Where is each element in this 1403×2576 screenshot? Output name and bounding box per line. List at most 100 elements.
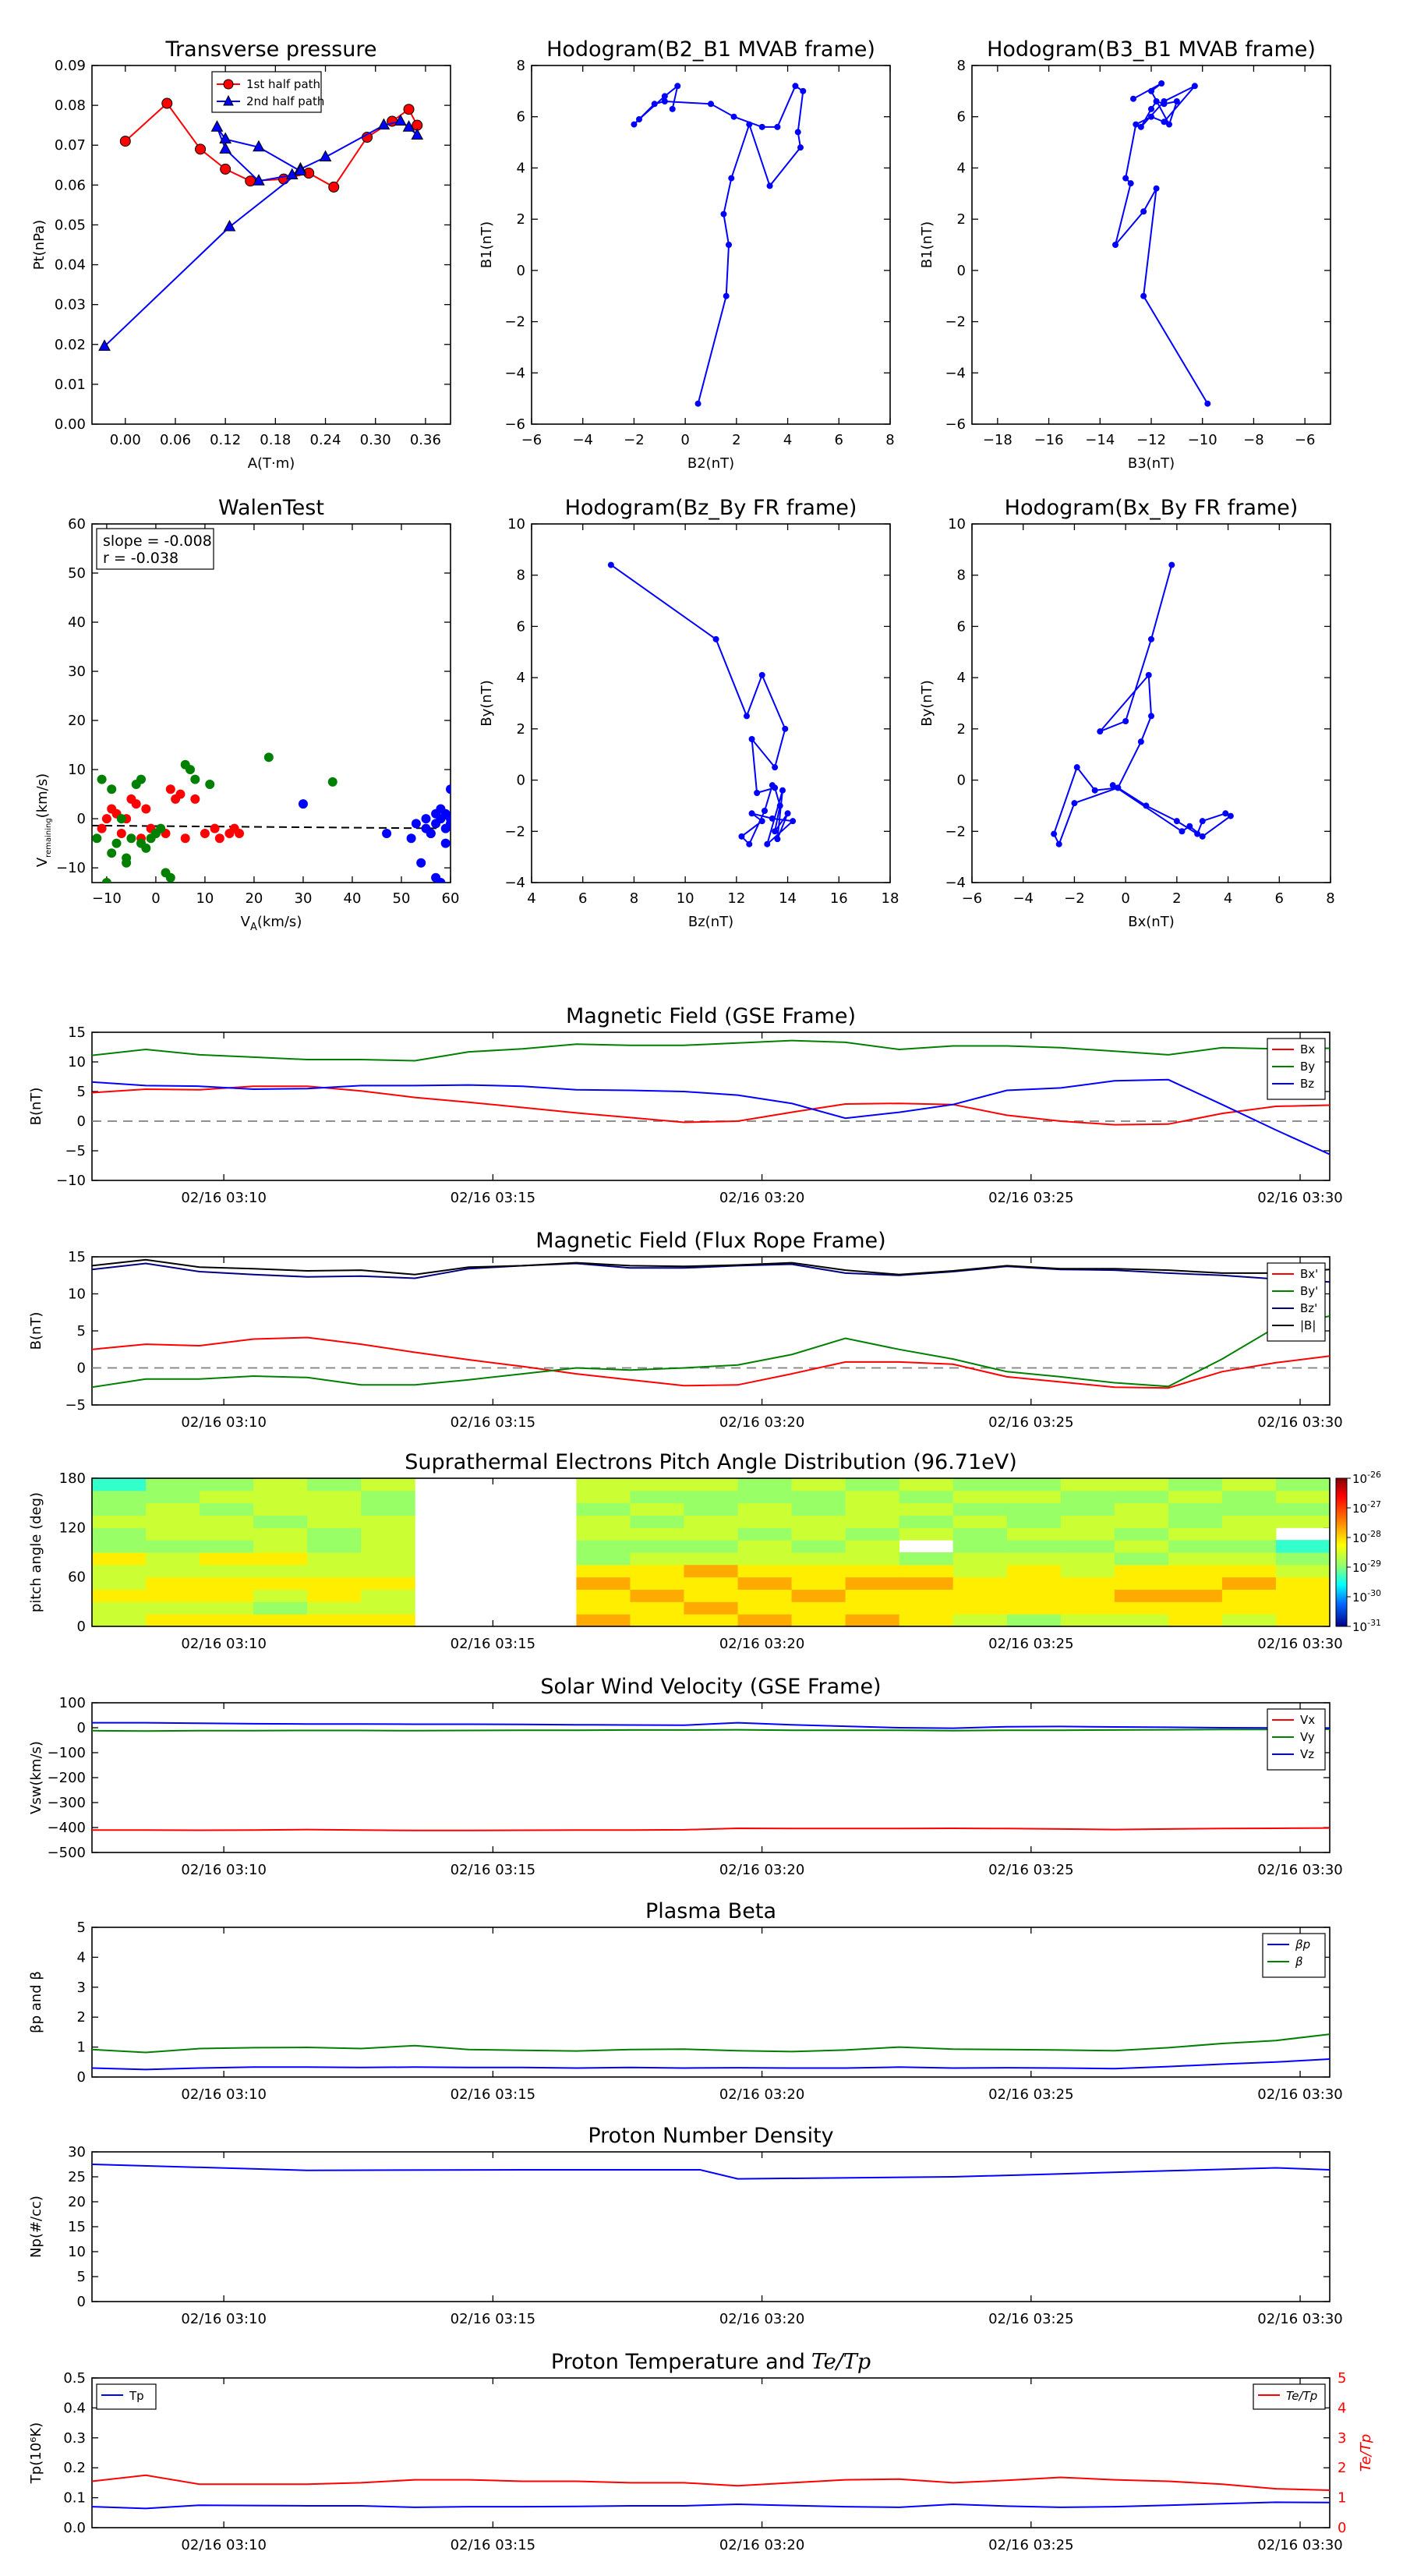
heatmap-cell xyxy=(200,1601,254,1615)
heatmap-cell xyxy=(737,1601,793,1615)
x-tick-label: −18 xyxy=(983,432,1012,448)
y-tick-label: 4 xyxy=(957,670,966,686)
y-right-tick-label: 4 xyxy=(1338,2400,1346,2416)
chart-title: Transverse pressure xyxy=(165,37,377,62)
y-axis-label: By(nT) xyxy=(919,680,935,726)
heatmap-cell xyxy=(684,1589,739,1602)
heatmap-cell xyxy=(1168,1515,1223,1528)
data-point xyxy=(769,815,776,822)
heatmap-cell xyxy=(1275,1478,1331,1491)
legend-label: By' xyxy=(1300,1284,1318,1298)
heatmap-cell xyxy=(92,1589,147,1602)
heatmap-cell xyxy=(146,1601,200,1615)
scatter-point xyxy=(431,872,441,883)
heatmap-cell xyxy=(307,1502,362,1516)
heatmap-cell xyxy=(200,1576,254,1590)
heatmap-cell xyxy=(791,1478,846,1491)
x-tick-label: 0.06 xyxy=(160,432,191,448)
data-point xyxy=(790,818,797,825)
heatmap-cell xyxy=(1168,1601,1223,1615)
heatmap-cell xyxy=(791,1527,846,1541)
heatmap-cell xyxy=(791,1564,846,1578)
y-tick-label: 10 xyxy=(68,2244,86,2260)
x-tick-label: 02/16 03:20 xyxy=(719,2311,804,2327)
heatmap-cell xyxy=(791,1515,846,1528)
heatmap-cell xyxy=(1221,1515,1277,1528)
y-tick-label: 8 xyxy=(517,568,525,584)
legend-box xyxy=(1267,1038,1326,1100)
y-axis-label: B1(nT) xyxy=(479,221,495,268)
y-tick-label: 0.06 xyxy=(55,177,86,193)
x-tick-label: −2 xyxy=(624,432,645,448)
y-right-tick-label: 1 xyxy=(1338,2490,1346,2507)
annotation-text: r = -0.038 xyxy=(103,550,178,567)
data-point xyxy=(631,121,638,128)
y-tick-label: 0 xyxy=(77,2069,86,2086)
heatmap-cell xyxy=(737,1614,793,1627)
heatmap-cell xyxy=(200,1490,254,1504)
data-point xyxy=(1097,728,1104,735)
scatter-point xyxy=(116,814,126,824)
y-tick-label: 60 xyxy=(68,1569,86,1586)
scatter-point xyxy=(165,784,175,794)
heatmap-cell xyxy=(253,1478,308,1491)
legend-label: 1st half path xyxy=(246,77,320,91)
y-right-tick-label: 2 xyxy=(1338,2460,1346,2476)
heatmap-cell xyxy=(952,1552,1008,1566)
x-tick-label: 2 xyxy=(1172,890,1181,907)
x-tick-label: 02/16 03:30 xyxy=(1257,1636,1342,1652)
data-point xyxy=(119,136,131,147)
data-point xyxy=(758,671,765,678)
heatmap-cell xyxy=(576,1589,631,1602)
legend-box xyxy=(1262,1933,1326,1978)
scatter-point xyxy=(190,794,200,804)
x-tick-label: 02/16 03:25 xyxy=(988,2311,1073,2327)
y-tick-label: 0.4 xyxy=(63,2400,86,2416)
y-tick-label: 10 xyxy=(68,1054,86,1070)
scatter-point xyxy=(263,752,274,763)
x-tick-label: −6 xyxy=(962,890,983,907)
heatmap-cell xyxy=(361,1552,415,1566)
y-tick-label: −400 xyxy=(48,1820,86,1836)
heatmap-cell xyxy=(1168,1490,1223,1504)
y-tick-label: 3 xyxy=(77,1980,86,1996)
heatmap-cell xyxy=(253,1564,308,1578)
legend-box xyxy=(1267,1708,1326,1771)
x-tick-label: 10 xyxy=(196,890,214,907)
y-tick-label: −6 xyxy=(945,416,966,433)
heatmap-cell xyxy=(1006,1601,1062,1615)
heatmap-cell xyxy=(1114,1552,1169,1566)
heatmap-cell xyxy=(684,1540,739,1553)
scatter-point xyxy=(190,774,200,784)
data-point xyxy=(784,810,791,817)
heatmap-cell xyxy=(1221,1527,1277,1541)
data-point xyxy=(1137,123,1144,130)
heatmap-cell xyxy=(952,1515,1008,1528)
data-point xyxy=(669,105,676,112)
x-tick-label: 02/16 03:10 xyxy=(181,1414,266,1431)
heatmap-cell xyxy=(899,1490,954,1504)
heatmap-cell xyxy=(630,1552,684,1566)
heatmap-cell xyxy=(307,1589,362,1602)
heatmap-cell xyxy=(1168,1576,1223,1590)
heatmap-cell xyxy=(361,1490,415,1504)
heatmap-cell xyxy=(361,1601,415,1615)
x-tick-label: 02/16 03:30 xyxy=(1257,1190,1342,1206)
heatmap-cell xyxy=(92,1527,147,1541)
data-point xyxy=(754,790,761,796)
data-point xyxy=(1227,812,1234,819)
heatmap-cell xyxy=(630,1614,684,1627)
heatmap-cell xyxy=(1060,1478,1115,1491)
heatmap-cell xyxy=(952,1540,1008,1553)
heatmap-cell xyxy=(1006,1515,1062,1528)
scatter-point xyxy=(205,779,215,789)
y-tick-label: −300 xyxy=(48,1795,86,1811)
scatter-point xyxy=(92,833,102,844)
heatmap-cell xyxy=(92,1502,147,1516)
heatmap-cell xyxy=(1114,1540,1169,1553)
y-tick-label: −5 xyxy=(65,1397,86,1414)
heatmap-cell xyxy=(1114,1589,1169,1602)
heatmap-cell xyxy=(737,1564,793,1578)
y-tick-label: 5 xyxy=(77,1084,86,1100)
y-tick-label: 6 xyxy=(517,618,525,635)
